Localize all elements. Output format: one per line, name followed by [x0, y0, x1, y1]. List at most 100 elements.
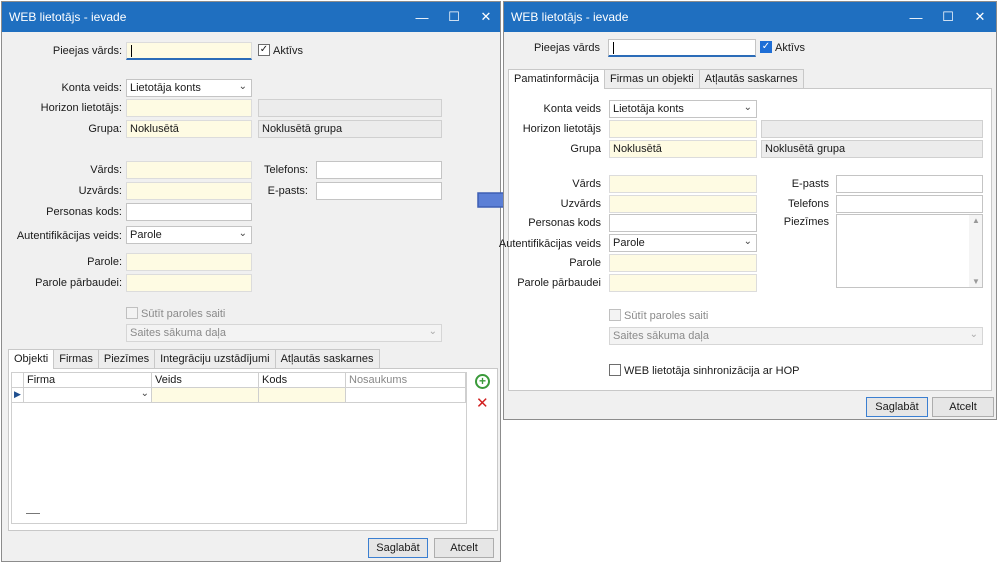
- uzvards-input[interactable]: [609, 195, 757, 213]
- scrollbar[interactable]: ▲ ▼: [969, 215, 982, 287]
- label-pieejas-vards: Pieejas vārds: [533, 42, 600, 54]
- label-sutit-paroles-saiti: Sūtīt paroles saiti: [624, 310, 709, 322]
- cell-firma[interactable]: ⌄: [24, 388, 152, 403]
- cancel-button[interactable]: Atcelt: [932, 397, 994, 417]
- label-web-sinhronizacija: WEB lietotāja sinhronizācija ar HOP: [624, 365, 800, 377]
- cell-veids[interactable]: [152, 388, 259, 403]
- label-parole: Parole: [569, 257, 601, 269]
- horizon-lietotajs-desc: [761, 120, 983, 138]
- konta-veids-select[interactable]: Lietotāja konts ⌄: [126, 79, 252, 97]
- pieejas-vards-input[interactable]: [126, 42, 252, 60]
- grupa-input[interactable]: Noklusētā: [609, 140, 757, 158]
- grid-header-kods[interactable]: Kods: [259, 373, 346, 388]
- sutit-paroles-saiti-checkbox[interactable]: [609, 309, 621, 321]
- label-autentifikacijas-veids: Autentifikācijas veids: [498, 238, 601, 250]
- grid-header-veids[interactable]: Veids: [152, 373, 259, 388]
- close-icon[interactable]: ✕: [964, 2, 996, 32]
- title-bar[interactable]: WEB lietotājs - ievade — ☐ ✕: [504, 2, 996, 32]
- label-vards: Vārds: [572, 178, 601, 190]
- chevron-down-icon[interactable]: ⌄: [141, 388, 149, 399]
- grupa-input[interactable]: Noklusētā: [126, 120, 252, 138]
- label-autentifikacijas-veids: Autentifikācijas veids:: [16, 230, 122, 242]
- add-row-icon[interactable]: +: [475, 374, 490, 389]
- label-grupa: Grupa: [570, 143, 601, 155]
- label-pieejas-vards: Pieejas vārds:: [52, 45, 122, 57]
- save-button[interactable]: Saglabāt: [866, 397, 928, 417]
- e-pasts-input[interactable]: [836, 175, 983, 193]
- row-selector[interactable]: ▶: [12, 388, 24, 403]
- scroll-down-icon[interactable]: ▼: [972, 277, 980, 286]
- cancel-button[interactable]: Atcelt: [434, 538, 494, 558]
- minimize-icon[interactable]: —: [900, 2, 932, 32]
- grid-header-firma[interactable]: Firma: [24, 373, 152, 388]
- saites-sakuma-dala-value: Saites sākuma daļa: [130, 327, 226, 339]
- web-sinhronizacija-checkbox[interactable]: [609, 364, 621, 376]
- tab-firmas-un-objekti[interactable]: Firmas un objekti: [603, 69, 700, 88]
- autentifikacijas-veids-select[interactable]: Parole ⌄: [126, 226, 252, 244]
- aktivs-checkbox[interactable]: ✓: [760, 41, 772, 53]
- maximize-icon[interactable]: ☐: [438, 2, 470, 32]
- grupa-desc-value: Noklusētā grupa: [765, 143, 846, 155]
- close-icon[interactable]: ✕: [470, 2, 502, 32]
- uzvards-input[interactable]: [126, 182, 252, 200]
- parole-input[interactable]: [609, 254, 757, 272]
- telefons-input[interactable]: [316, 161, 442, 179]
- sutit-paroles-saiti-checkbox[interactable]: [126, 307, 138, 319]
- tab-bar: Pamatinformācija Firmas un objekti Atļau…: [508, 69, 804, 89]
- save-button[interactable]: Saglabāt: [368, 538, 428, 558]
- pieejas-vards-input[interactable]: [608, 39, 756, 57]
- vards-input[interactable]: [609, 175, 757, 193]
- piezimes-textarea[interactable]: ▲ ▼: [836, 214, 983, 288]
- aktivs-checkbox[interactable]: ✓: [258, 44, 270, 56]
- telefons-input[interactable]: [836, 195, 983, 213]
- label-telefons: Telefons: [788, 198, 829, 210]
- title-bar[interactable]: WEB lietotājs - ievade — ☐ ✕: [2, 2, 500, 32]
- label-parole-parbaudei: Parole pārbaudei:: [35, 277, 122, 289]
- delete-row-icon[interactable]: ✕: [476, 394, 489, 412]
- label-parole: Parole:: [87, 256, 122, 268]
- parole-parbaudei-input[interactable]: [609, 274, 757, 292]
- horizon-lietotajs-desc: [258, 99, 442, 117]
- tab-objekti[interactable]: Objekti: [8, 349, 55, 369]
- parole-parbaudei-input[interactable]: [126, 274, 252, 292]
- row-pointer-icon: ▶: [14, 389, 21, 399]
- saites-sakuma-dala-select[interactable]: Saites sākuma daļa ⌄: [126, 324, 442, 342]
- label-aktivs: Aktīvs: [273, 45, 303, 57]
- tab-panel-pamatinformacija: Konta veids Lietotāja konts ⌄ Horizon li…: [499, 88, 992, 391]
- parole-input[interactable]: [126, 253, 252, 271]
- chevron-down-icon: ⌄: [428, 326, 437, 337]
- scroll-up-icon[interactable]: ▲: [972, 216, 980, 225]
- e-pasts-input[interactable]: [316, 182, 442, 200]
- horizon-lietotajs-input[interactable]: [609, 120, 757, 138]
- saites-sakuma-dala-value: Saites sākuma daļa: [613, 330, 709, 342]
- label-e-pasts: E-pasts: [791, 178, 829, 190]
- maximize-icon[interactable]: ☐: [932, 2, 964, 32]
- cell-kods[interactable]: [259, 388, 346, 403]
- personas-kods-input[interactable]: [126, 203, 252, 221]
- label-parole-parbaudei: Parole pārbaudei: [517, 277, 601, 289]
- personas-kods-input[interactable]: [609, 214, 757, 232]
- autentifikacijas-veids-select[interactable]: Parole ⌄: [609, 234, 757, 252]
- cell-nosaukums: [346, 388, 466, 403]
- saites-sakuma-dala-select[interactable]: Saites sākuma daļa ⌄: [609, 327, 983, 345]
- chevron-down-icon: ⌄: [743, 236, 752, 247]
- tab-piezimes[interactable]: Piezīmes: [97, 349, 156, 368]
- text-caret: [131, 45, 132, 57]
- tab-pamatinformacija[interactable]: Pamatinformācija: [508, 69, 605, 89]
- konta-veids-select[interactable]: Lietotāja konts ⌄: [609, 100, 757, 118]
- label-vards: Vārds:: [90, 164, 122, 176]
- konta-veids-value: Lietotāja konts: [613, 103, 684, 115]
- tab-integraciju-uzstadijumi[interactable]: Integrāciju uzstādījumi: [154, 349, 276, 368]
- objects-grid[interactable]: Firma Veids Kods Nosaukums ▶ ⌄: [11, 372, 467, 524]
- konta-veids-value: Lietotāja konts: [130, 82, 201, 94]
- tab-firmas[interactable]: Firmas: [53, 349, 99, 368]
- tab-atlautas-saskarnes[interactable]: Atļautās saskarnes: [274, 349, 380, 368]
- vards-input[interactable]: [126, 161, 252, 179]
- minimize-icon[interactable]: —: [406, 2, 438, 32]
- tab-atlautas-saskarnes[interactable]: Atļautās saskarnes: [698, 69, 804, 88]
- label-sutit-paroles-saiti: Sūtīt paroles saiti: [141, 308, 226, 320]
- grid-header-nosaukums[interactable]: Nosaukums: [346, 373, 466, 388]
- label-konta-veids: Konta veids:: [61, 82, 122, 94]
- grupa-desc-value: Noklusētā grupa: [262, 123, 343, 135]
- horizon-lietotajs-input[interactable]: [126, 99, 252, 117]
